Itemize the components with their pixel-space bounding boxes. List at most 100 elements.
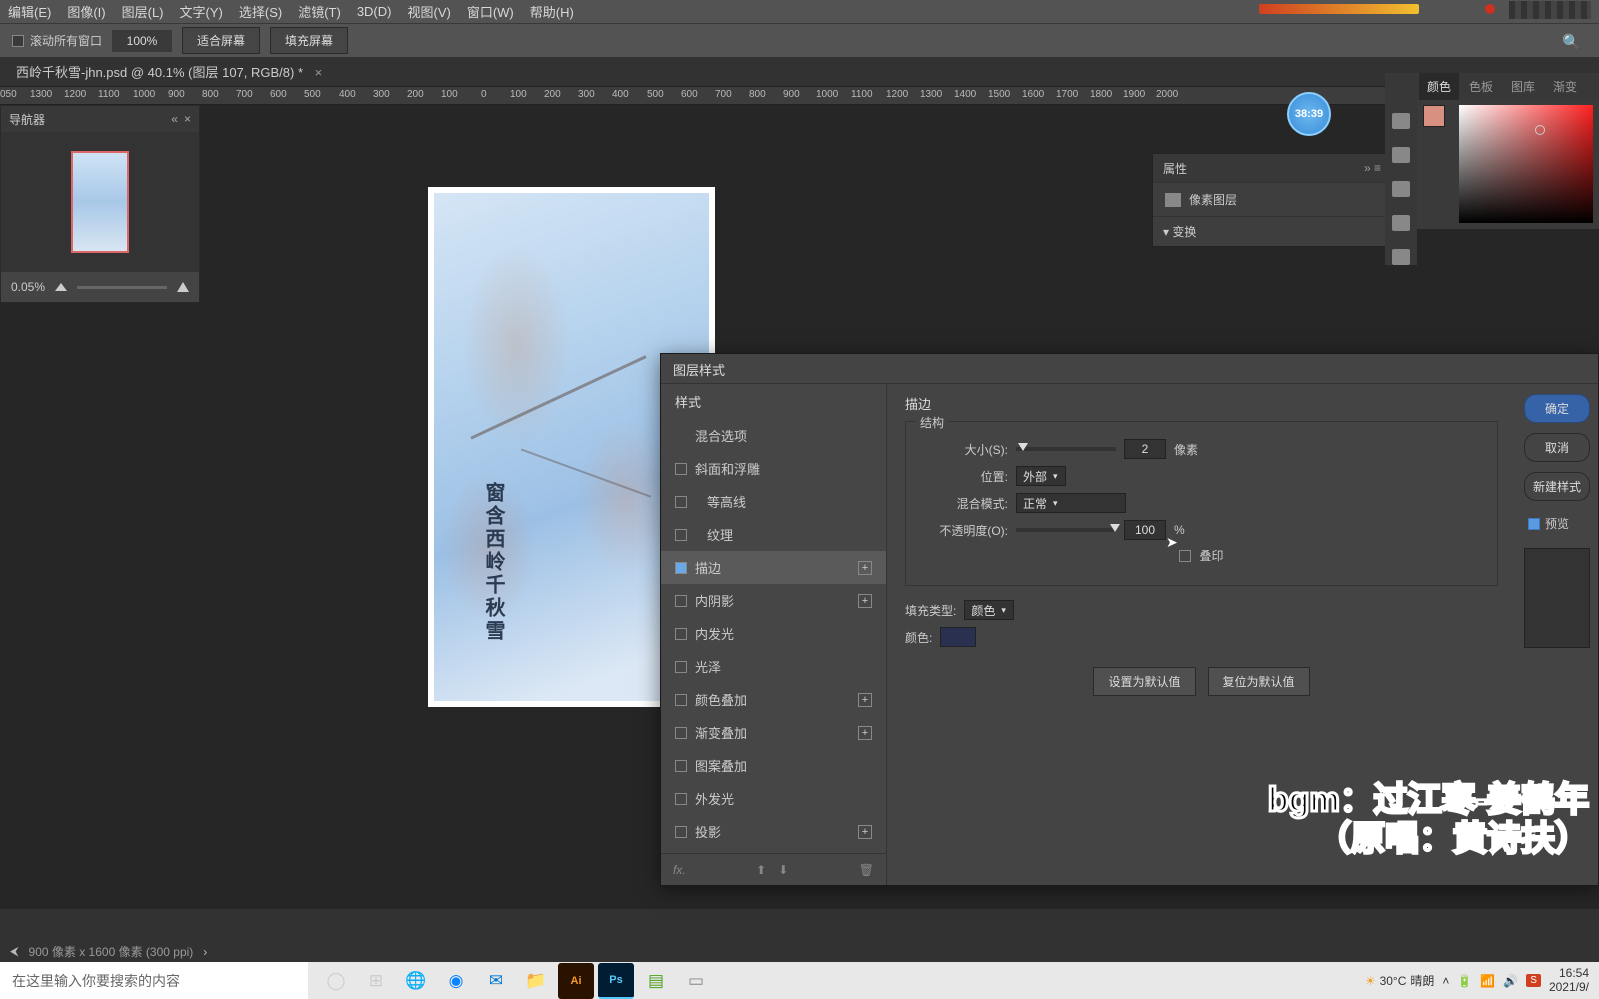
style-item-4[interactable]: 描边+: [661, 551, 886, 584]
style-checkbox[interactable]: [675, 463, 687, 475]
app-blue-icon[interactable]: ◉: [438, 963, 474, 999]
style-checkbox[interactable]: [675, 529, 687, 541]
clock[interactable]: 16:54 2021/9/: [1549, 967, 1589, 993]
navigator-zoom[interactable]: 0.05%: [11, 280, 45, 294]
add-effect-icon[interactable]: +: [858, 594, 872, 608]
fit-screen-button[interactable]: 适合屏幕: [182, 27, 260, 54]
foreground-color-swatch[interactable]: [1423, 105, 1445, 127]
style-checkbox[interactable]: [675, 661, 687, 673]
edge-icon[interactable]: 🌐: [398, 963, 434, 999]
style-checkbox[interactable]: [675, 727, 687, 739]
menu-filter[interactable]: 滤镜(T): [298, 2, 341, 21]
weather-widget[interactable]: ☀ 30°C 晴朗: [1365, 972, 1435, 989]
navigator-thumbnail-area[interactable]: [1, 132, 199, 272]
style-item-9[interactable]: 渐变叠加+: [661, 716, 886, 749]
navigator-panel[interactable]: 导航器 «× 0.05%: [0, 105, 200, 303]
navigator-thumbnail[interactable]: [71, 151, 129, 253]
fill-type-select[interactable]: 颜色: [964, 600, 1014, 620]
style-checkbox[interactable]: [675, 595, 687, 607]
menu-layer[interactable]: 图层(L): [122, 2, 164, 21]
arrow-down-icon[interactable]: ⬇: [778, 863, 788, 877]
panel-close-icon[interactable]: ×: [184, 112, 191, 126]
stroke-color-swatch[interactable]: [940, 627, 976, 647]
menu-window[interactable]: 窗口(W): [467, 2, 514, 21]
explorer-icon[interactable]: 📁: [518, 963, 554, 999]
zoom-level[interactable]: 100%: [112, 30, 172, 52]
style-checkbox[interactable]: [675, 628, 687, 640]
style-checkbox[interactable]: [675, 496, 687, 508]
search-icon[interactable]: 🔍: [1562, 33, 1581, 51]
size-slider[interactable]: [1016, 447, 1116, 451]
menu-view[interactable]: 视图(V): [407, 2, 450, 21]
style-item-8[interactable]: 颜色叠加+: [661, 683, 886, 716]
add-effect-icon[interactable]: +: [858, 561, 872, 575]
strip-icon-2[interactable]: [1392, 147, 1410, 163]
color-picker-field[interactable]: [1459, 105, 1593, 223]
style-checkbox[interactable]: [675, 760, 687, 772]
properties-panel[interactable]: 属性 » ≡ 像素图层 变换: [1152, 153, 1392, 247]
set-default-button[interactable]: 设置为默认值: [1093, 667, 1195, 696]
volume-icon[interactable]: 🔊: [1503, 974, 1518, 988]
windows-search-input[interactable]: 在这里输入你要搜索的内容: [0, 962, 308, 999]
task-view-icon[interactable]: ⊞: [358, 963, 394, 999]
style-item-3[interactable]: 纹理: [661, 518, 886, 551]
fx-icon[interactable]: fx.: [673, 863, 686, 877]
new-style-button[interactable]: 新建样式: [1524, 472, 1590, 501]
overprint-checkbox[interactable]: [1179, 550, 1191, 562]
style-item-12[interactable]: 投影+: [661, 815, 886, 848]
blend-mode-select[interactable]: 正常: [1016, 493, 1126, 513]
wifi-icon[interactable]: 📶: [1480, 974, 1495, 988]
style-checkbox[interactable]: [675, 694, 687, 706]
strip-icon-4[interactable]: [1392, 215, 1410, 231]
add-effect-icon[interactable]: +: [858, 726, 872, 740]
zoom-in-icon[interactable]: [177, 282, 189, 292]
style-item-10[interactable]: 图案叠加: [661, 749, 886, 782]
style-item-1[interactable]: 斜面和浮雕: [661, 452, 886, 485]
fill-screen-button[interactable]: 填充屏幕: [270, 27, 348, 54]
app-window-icon[interactable]: ▭: [678, 963, 714, 999]
tab-library[interactable]: 图库: [1503, 73, 1543, 100]
photoshop-icon[interactable]: Ps: [598, 963, 634, 999]
style-item-0[interactable]: 混合选项: [661, 419, 886, 452]
tray-chevron-up-icon[interactable]: ˄: [1442, 974, 1449, 988]
size-input[interactable]: [1124, 439, 1166, 459]
tab-swatches[interactable]: 色板: [1461, 73, 1501, 100]
strip-icon-5[interactable]: [1392, 249, 1410, 265]
navigator-slider[interactable]: [77, 286, 167, 289]
menu-edit[interactable]: 编辑(E): [8, 2, 51, 21]
style-item-7[interactable]: 光泽: [661, 650, 886, 683]
cancel-button[interactable]: 取消: [1524, 433, 1590, 462]
style-checkbox[interactable]: [675, 562, 687, 574]
add-effect-icon[interactable]: +: [858, 825, 872, 839]
ime-icon[interactable]: S: [1526, 974, 1541, 987]
document-tab[interactable]: 西岭千秋雪-jhn.psd @ 40.1% (图层 107, RGB/8) * …: [6, 57, 332, 86]
trash-icon[interactable]: 🗑: [859, 863, 874, 877]
style-item-11[interactable]: 外发光: [661, 782, 886, 815]
style-checkbox[interactable]: [675, 826, 687, 838]
mail-icon[interactable]: ✉: [478, 963, 514, 999]
battery-icon[interactable]: 🔋: [1457, 974, 1472, 988]
style-item-5[interactable]: 内阴影+: [661, 584, 886, 617]
menu-image[interactable]: 图像(I): [67, 2, 105, 21]
swatch-strip[interactable]: [1509, 1, 1591, 19]
strip-icon-3[interactable]: [1392, 181, 1410, 197]
scroll-all-checkbox[interactable]: 滚动所有窗口: [12, 32, 102, 49]
panel-collapse-icon[interactable]: «: [171, 112, 178, 126]
strip-icon-1[interactable]: [1392, 113, 1410, 129]
tab-color[interactable]: 颜色: [1419, 73, 1459, 100]
zoom-out-icon[interactable]: [55, 283, 67, 291]
panel-menu-icon[interactable]: » ≡: [1364, 161, 1381, 175]
position-select[interactable]: 外部: [1016, 466, 1066, 486]
status-chevron-icon[interactable]: ›: [203, 945, 207, 959]
ok-button[interactable]: 确定: [1524, 394, 1590, 423]
transform-section[interactable]: 变换: [1153, 216, 1391, 246]
status-expand-icon[interactable]: ⮜: [10, 944, 19, 959]
menu-3d[interactable]: 3D(D): [357, 4, 392, 19]
arrow-up-icon[interactable]: ⬆: [756, 863, 766, 877]
opacity-input[interactable]: [1124, 520, 1166, 540]
style-checkbox[interactable]: [675, 793, 687, 805]
opacity-slider[interactable]: [1016, 528, 1116, 532]
menu-help[interactable]: 帮助(H): [530, 2, 574, 21]
style-item-2[interactable]: 等高线: [661, 485, 886, 518]
preview-toggle[interactable]: 预览: [1524, 515, 1590, 532]
